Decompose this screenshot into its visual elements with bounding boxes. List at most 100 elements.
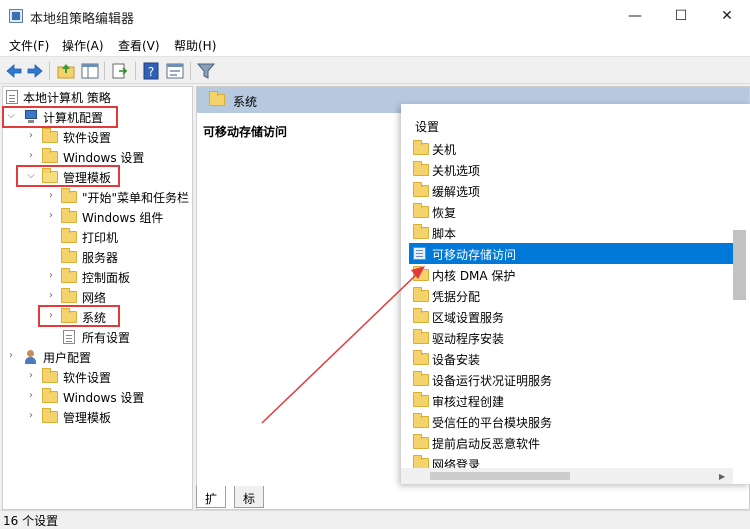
folder-icon — [42, 128, 58, 143]
list-item-label: 可移动存储访问 — [432, 248, 517, 262]
minimize-button[interactable]: — — [612, 0, 658, 32]
folder-icon — [61, 248, 77, 263]
list-item[interactable]: 设备安装 — [409, 348, 735, 369]
properties-icon[interactable] — [165, 61, 185, 81]
vertical-scrollbar-thumb[interactable] — [733, 230, 746, 300]
scroll-right-icon[interactable]: ▶ — [719, 472, 725, 481]
svg-text:?: ? — [148, 65, 154, 79]
folder-icon — [413, 308, 429, 323]
horizontal-scrollbar-thumb[interactable] — [430, 472, 570, 480]
list-item-selected[interactable]: 可移动存储访问 — [409, 243, 735, 264]
tree-item-printers[interactable]: 打印机 — [3, 227, 192, 247]
list-item[interactable]: 内核 DMA 保护 — [409, 264, 735, 285]
chevron-right-icon[interactable]: › — [25, 149, 37, 163]
window-title: 本地组策略编辑器 — [30, 12, 135, 27]
filter-icon[interactable] — [196, 61, 216, 81]
list-item[interactable]: 关机选项 — [409, 159, 735, 180]
menu-action[interactable]: 操作(A) — [62, 37, 104, 54]
tree-item-user-windows-settings[interactable]: › Windows 设置 — [3, 387, 192, 407]
tree-item-user-config[interactable]: › 用户配置 — [3, 347, 192, 367]
group-policy-editor-window: 本地组策略编辑器 — ☐ ✕ 文件(F) 操作(A) 查看(V) 帮助(H) ?… — [0, 0, 750, 528]
tree-item-software-settings[interactable]: › 软件设置 — [3, 127, 192, 147]
list-item[interactable]: 设备运行状况证明服务 — [409, 369, 735, 390]
all-settings-icon — [63, 330, 75, 344]
close-button[interactable]: ✕ — [704, 0, 750, 32]
tree-label: 打印机 — [82, 231, 119, 245]
chevron-right-icon[interactable]: › — [45, 209, 57, 223]
show-hide-tree-icon[interactable] — [80, 61, 100, 81]
folder-icon — [413, 329, 429, 344]
status-text: 16 个设置 — [3, 514, 59, 528]
tree-item-control-panel[interactable]: › 控制面板 — [3, 267, 192, 287]
list-item[interactable]: 脚本 — [409, 222, 735, 243]
content-header-title: 系统 — [233, 95, 258, 109]
list-item[interactable]: 驱动程序安装 — [409, 327, 735, 348]
list-item-label: 关机选项 — [432, 164, 481, 178]
menu-help[interactable]: 帮助(H) — [174, 37, 216, 54]
chevron-right-icon[interactable]: › — [45, 189, 57, 203]
list-item[interactable]: 凭据分配 — [409, 285, 735, 306]
tab-extended[interactable]: 扩展 — [196, 486, 227, 523]
tree-label: 本地计算机 策略 — [23, 91, 111, 105]
folder-icon — [42, 148, 58, 163]
list-item-label: 缓解选项 — [432, 185, 481, 199]
tab-standard[interactable]: 标准 — [234, 486, 265, 523]
tree-item-servers[interactable]: 服务器 — [3, 247, 192, 267]
tree-item-user-admin-templates[interactable]: › 管理模板 — [3, 407, 192, 427]
folder-icon — [42, 408, 58, 423]
list-item[interactable]: 提前启动反恶意软件 — [409, 432, 735, 453]
tree-label: 管理模板 — [63, 411, 112, 425]
tree-label: 控制面板 — [82, 271, 131, 285]
chevron-right-icon[interactable]: › — [45, 289, 57, 303]
tree-item-windows-settings[interactable]: › Windows 设置 — [3, 147, 192, 167]
list-item[interactable]: 恢复 — [409, 201, 735, 222]
menu-view[interactable]: 查看(V) — [118, 37, 160, 54]
toolbar-separator — [135, 62, 136, 80]
list-item-label: 内核 DMA 保护 — [432, 269, 516, 283]
settings-list[interactable]: 设置 关机 关机选项 缓解选项 恢复 脚本 可移动存储访问 内核 DMA 保护 — [401, 104, 750, 484]
tree-label: 网络 — [82, 291, 107, 305]
list-item-label: 审核过程创建 — [432, 395, 505, 409]
maximize-button[interactable]: ☐ — [658, 0, 704, 32]
column-header-setting[interactable]: 设置 — [415, 118, 439, 135]
list-item[interactable]: 受信任的平台模块服务 — [409, 411, 735, 432]
chevron-right-icon[interactable]: › — [25, 129, 37, 143]
chevron-right-icon[interactable]: › — [25, 409, 37, 423]
list-item[interactable]: 区域设置服务 — [409, 306, 735, 327]
list-item-label: 恢复 — [432, 206, 457, 220]
up-folder-icon[interactable] — [56, 61, 76, 81]
tree-label: Windows 设置 — [63, 151, 145, 165]
list-item[interactable]: 关机 — [409, 138, 735, 159]
tree-item-all-settings[interactable]: 所有设置 — [3, 327, 192, 347]
tree-item-network[interactable]: › 网络 — [3, 287, 192, 307]
folder-icon — [61, 208, 77, 223]
folder-icon — [42, 368, 58, 383]
tree-label: 用户配置 — [43, 351, 92, 365]
chevron-right-icon[interactable]: › — [25, 369, 37, 383]
back-icon[interactable] — [4, 61, 24, 81]
chevron-right-icon[interactable]: › — [45, 269, 57, 283]
list-item-label: 关机 — [432, 143, 457, 157]
folder-icon — [413, 371, 429, 386]
export-list-icon[interactable] — [110, 61, 130, 81]
tree-item-windows-components[interactable]: › Windows 组件 — [3, 207, 192, 227]
help-icon[interactable]: ? — [141, 61, 161, 81]
folder-icon — [413, 161, 429, 176]
tree-label: 服务器 — [82, 251, 119, 265]
list-item[interactable]: 审核过程创建 — [409, 390, 735, 411]
chevron-right-icon[interactable]: › — [5, 349, 17, 363]
highlight-box-computer-config — [2, 106, 118, 128]
navigation-tree[interactable]: 本地计算机 策略 ⌵ 计算机配置 › 软件设置 › Windows 设置 ⌵ 管… — [2, 86, 193, 510]
highlight-box-admin-templates — [16, 165, 120, 187]
tree-item-start-menu[interactable]: › "开始"菜单和任务栏 — [3, 187, 192, 207]
tree-item-root[interactable]: 本地计算机 策略 — [3, 87, 192, 107]
folder-icon — [413, 287, 429, 302]
menu-file[interactable]: 文件(F) — [9, 37, 49, 54]
toolbar-separator — [190, 62, 191, 80]
forward-icon[interactable] — [25, 61, 45, 81]
chevron-right-icon[interactable]: › — [25, 389, 37, 403]
tree-item-user-software-settings[interactable]: › 软件设置 — [3, 367, 192, 387]
toolbar-separator — [49, 62, 50, 80]
list-item[interactable]: 缓解选项 — [409, 180, 735, 201]
highlight-box-system — [38, 305, 120, 327]
